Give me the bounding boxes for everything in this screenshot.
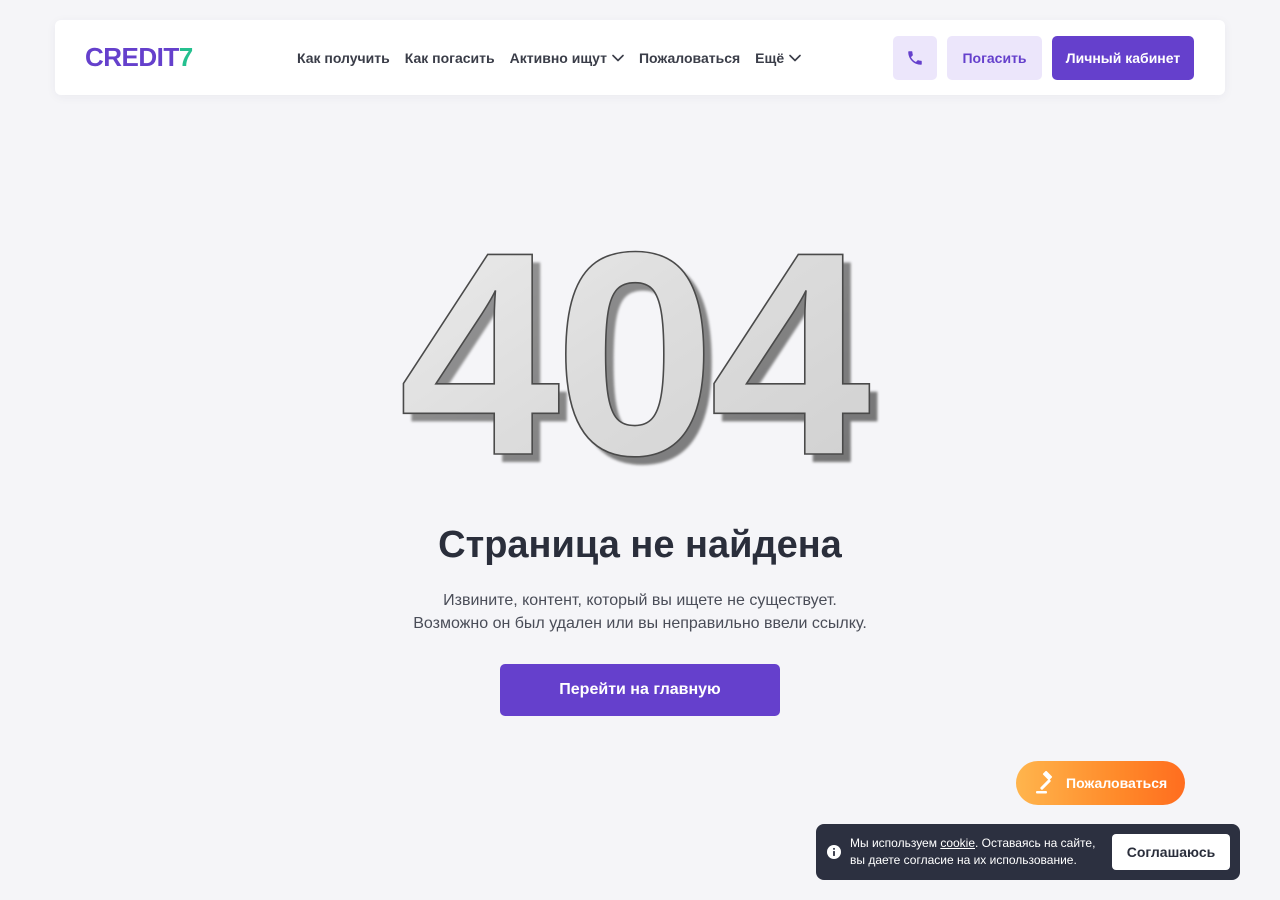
personal-account-button[interactable]: Личный кабинет xyxy=(1052,36,1194,80)
main-nav: Как получить Как погасить Активно ищут П… xyxy=(297,48,816,68)
description-line: Извините, контент, который вы ищете не с… xyxy=(443,592,837,609)
nav-item-label: Активно ищут xyxy=(509,50,607,66)
phone-icon xyxy=(908,51,922,65)
nav-item-label: Как погасить xyxy=(404,50,495,66)
nav-item-more[interactable]: Ещё xyxy=(755,50,801,66)
gavel-icon xyxy=(1036,771,1053,794)
complain-label: Пожаловаться xyxy=(1066,775,1168,791)
nav-item-label: Пожаловаться xyxy=(638,50,741,66)
logo-word: CREDIT xyxy=(85,42,179,72)
phone-button[interactable] xyxy=(893,36,937,80)
error-404-illustration: 404 404 xyxy=(398,225,886,485)
description-line: Возможно он был удален или вы неправильн… xyxy=(413,615,867,632)
nav-item-how-to-repay[interactable]: Как погасить xyxy=(405,50,495,66)
chevron-down-icon xyxy=(612,54,624,62)
cookie-link[interactable]: cookie xyxy=(940,836,975,850)
go-home-button[interactable]: Перейти на главную xyxy=(500,664,780,716)
error-code: 404 xyxy=(399,225,873,485)
site-header: CREDIT7 Как получить Как погасить Активн… xyxy=(55,20,1225,95)
cookie-banner: Мы используем cookie. Оставаясь на сайте… xyxy=(816,824,1240,880)
chevron-down-icon xyxy=(789,54,801,62)
cookie-text: Мы используем cookie. Оставаясь на сайте… xyxy=(850,835,1112,869)
cookie-accept-button[interactable]: Соглашаюсь xyxy=(1112,834,1230,870)
nav-item-label: Как получить xyxy=(297,50,390,66)
info-icon xyxy=(827,845,841,859)
nav-item-how-to-get[interactable]: Как получить xyxy=(297,50,390,66)
nav-item-popular[interactable]: Активно ищут xyxy=(510,50,624,66)
nav-item-complain[interactable]: Пожаловаться xyxy=(639,50,740,66)
page-title: Страница не найдена xyxy=(438,524,842,566)
logo-digit: 7 xyxy=(178,42,193,72)
cookie-text-before: Мы используем xyxy=(850,836,941,850)
pay-button[interactable]: Погасить xyxy=(947,36,1042,80)
nav-item-label: Ещё xyxy=(755,50,785,66)
complain-floating-button[interactable]: Пожаловаться xyxy=(1016,761,1185,805)
error-description: Извините, контент, который вы ищете не с… xyxy=(0,589,1280,635)
logo[interactable]: CREDIT7 xyxy=(85,43,193,71)
